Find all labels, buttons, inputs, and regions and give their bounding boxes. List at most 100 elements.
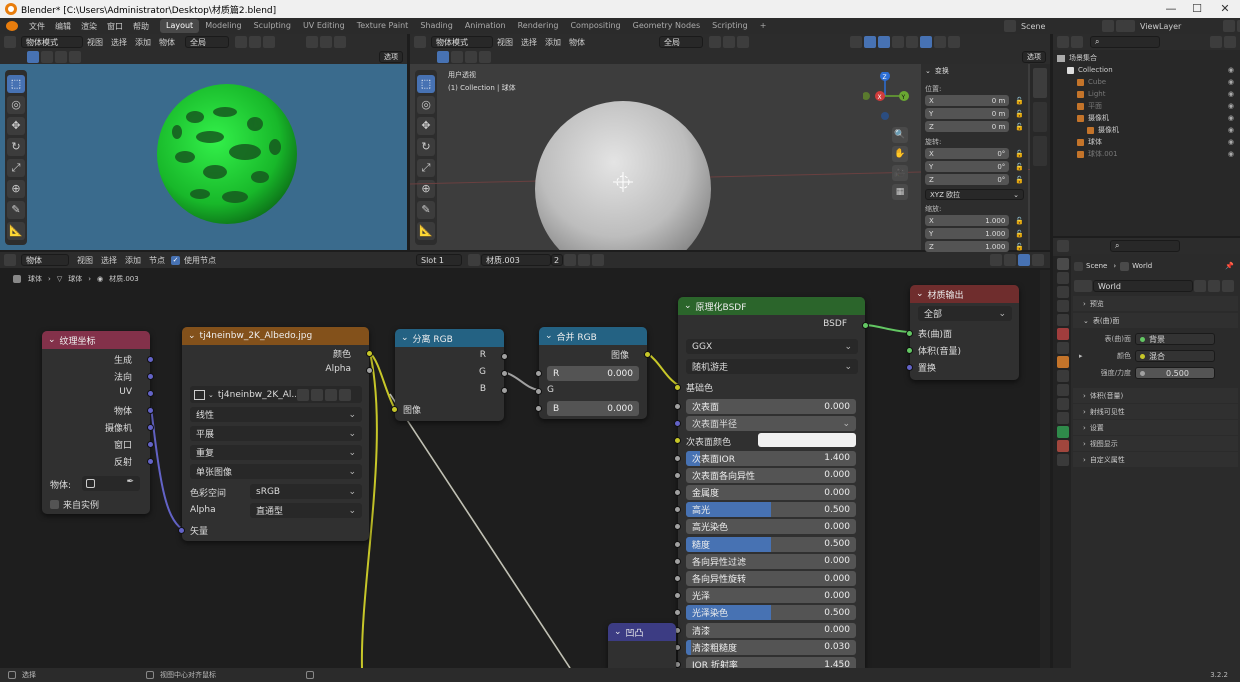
workspace-tab-7[interactable]: Rendering bbox=[512, 19, 565, 33]
new-viewlayer-icon[interactable] bbox=[1223, 20, 1235, 32]
bsdf-field-9[interactable]: 各向异性过滤 0.000 bbox=[686, 553, 856, 569]
workspace-tab-6[interactable]: Animation bbox=[459, 19, 512, 33]
select-subtract-icon[interactable] bbox=[55, 51, 67, 63]
world-tab-icon[interactable] bbox=[1057, 328, 1069, 340]
world-selector[interactable]: World bbox=[1073, 280, 1238, 292]
viewlayer-selector[interactable]: ViewLayer bbox=[1122, 20, 1240, 32]
gizmo-icon[interactable] bbox=[306, 36, 318, 48]
outliner-item[interactable]: 球体 ◉ bbox=[1057, 136, 1236, 148]
editor-type-icon[interactable] bbox=[4, 36, 16, 48]
left-menu-add[interactable]: 添加 bbox=[131, 37, 155, 48]
input-socket-image[interactable] bbox=[391, 406, 398, 413]
outliner-item[interactable]: Light ◉ bbox=[1057, 88, 1236, 100]
node-overlay-icon[interactable] bbox=[1004, 254, 1016, 266]
b-input-field[interactable]: B 0.000 bbox=[547, 401, 639, 416]
input-socket-vector[interactable] bbox=[178, 527, 185, 534]
menu-help[interactable]: 帮助 bbox=[128, 21, 154, 32]
input-socket-7[interactable] bbox=[674, 523, 681, 531]
main-menu-select[interactable]: 选择 bbox=[517, 37, 541, 48]
slot-select[interactable]: Slot 1 bbox=[416, 254, 462, 266]
output-socket-b[interactable] bbox=[501, 387, 508, 394]
main-menu-add[interactable]: 添加 bbox=[541, 37, 565, 48]
output-socket-4[interactable] bbox=[147, 424, 154, 431]
transform-tool[interactable]: ⊕ bbox=[7, 180, 25, 198]
properties-section-2[interactable]: › 设置 bbox=[1073, 420, 1238, 435]
input-socket-6[interactable] bbox=[674, 506, 681, 514]
node-gizmo-icon[interactable] bbox=[1018, 254, 1030, 266]
output-socket-image[interactable] bbox=[644, 351, 651, 358]
gizmo-icon[interactable] bbox=[864, 36, 876, 48]
scale-z-field[interactable]: Z 1.000 bbox=[925, 241, 1010, 252]
node-principled-bsdf[interactable]: ⌄原理化BSDF BSDF GGX 随机游走 基础色 次表面0.000次表面半径… bbox=[674, 297, 869, 672]
left-viewport[interactable]: 物体模式 视图 选择 添加 物体 全局 选项 ⬚ ◎ ✥ ↻ ⤢ ⊕ ✎ 📐 bbox=[0, 34, 407, 250]
editor-type-icon[interactable] bbox=[414, 36, 426, 48]
node-header[interactable]: ⌄ 原理化BSDF bbox=[678, 297, 865, 315]
input-socket-0[interactable] bbox=[674, 403, 681, 410]
left-menu-select[interactable]: 选择 bbox=[107, 37, 131, 48]
workspace-tab-1[interactable]: Modeling bbox=[199, 19, 247, 33]
snap-node-icon[interactable] bbox=[990, 254, 1002, 266]
node-header[interactable]: ⌄ 凹凸 bbox=[608, 623, 676, 641]
physics-tab-icon[interactable] bbox=[1057, 398, 1069, 410]
visibility-icon[interactable] bbox=[850, 36, 862, 48]
bsdf-field-12[interactable]: 光泽染色 0.500 bbox=[686, 605, 856, 621]
perspective-toggle-icon[interactable]: ▦ bbox=[892, 184, 908, 200]
output-socket-6[interactable] bbox=[147, 458, 154, 465]
left-menu-object[interactable]: 物体 bbox=[155, 37, 179, 48]
input-socket-1[interactable] bbox=[674, 420, 681, 428]
data-tab-icon[interactable] bbox=[1057, 426, 1069, 438]
node-image-texture[interactable]: ⌄ tj4neinbw_2K_Albedo.jpg 颜色 Alpha ⌄ tj4n… bbox=[178, 327, 373, 541]
main-orientation-select[interactable]: 全局 bbox=[659, 36, 703, 48]
pivot-icon[interactable] bbox=[235, 36, 247, 48]
render-tab-icon[interactable] bbox=[1057, 272, 1069, 284]
pivot-icon[interactable] bbox=[709, 36, 721, 48]
node-header[interactable]: ⌄ 纹理坐标 bbox=[42, 331, 150, 349]
input-socket-10[interactable] bbox=[674, 575, 681, 582]
output-socket-0[interactable] bbox=[147, 356, 154, 363]
duplicate-image-icon[interactable] bbox=[310, 388, 323, 401]
workspace-tab-8[interactable]: Compositing bbox=[564, 19, 626, 33]
bsdf-field-0[interactable]: 次表面 0.000 bbox=[686, 399, 856, 414]
input-socket-3[interactable] bbox=[674, 454, 681, 462]
output-socket-r[interactable] bbox=[501, 353, 508, 360]
outliner-item[interactable]: 球体.001 ◉ bbox=[1057, 148, 1236, 160]
bsdf-field-4[interactable]: 次表面各向异性 0.000 bbox=[686, 467, 856, 483]
rotation-y-field[interactable]: Y 0° bbox=[925, 161, 1010, 172]
duplicate-world-icon[interactable] bbox=[1208, 280, 1220, 292]
unlink-world-icon[interactable] bbox=[1222, 280, 1234, 292]
new-collection-icon[interactable] bbox=[1224, 36, 1236, 48]
xray-icon[interactable] bbox=[334, 36, 346, 48]
overlay-icon[interactable] bbox=[320, 36, 332, 48]
expand-icon[interactable]: ▸ bbox=[1079, 352, 1087, 360]
surface-section[interactable]: ⌄ 表(曲)面 bbox=[1073, 313, 1238, 328]
select-new-icon[interactable] bbox=[437, 51, 449, 63]
visibility-eye-icon[interactable]: ◉ bbox=[1228, 114, 1234, 122]
output-socket-color[interactable] bbox=[366, 350, 373, 357]
scale-tool[interactable]: ⤢ bbox=[7, 159, 25, 177]
node-header[interactable]: ⌄ tj4neinbw_2K_Albedo.jpg bbox=[182, 327, 369, 345]
scale-x-field[interactable]: X 1.000 bbox=[925, 215, 1010, 226]
editor-type-icon[interactable] bbox=[1057, 36, 1069, 48]
outliner-item[interactable]: 摄像机 ◉ bbox=[1057, 124, 1236, 136]
cursor-tool[interactable]: ◎ bbox=[7, 96, 25, 114]
color-input-field[interactable]: 混合 bbox=[1135, 350, 1215, 362]
source-select[interactable]: 单张图像 bbox=[190, 464, 362, 479]
input-socket-9[interactable] bbox=[674, 557, 681, 565]
bsdf-field-5[interactable]: 金属度 0.000 bbox=[686, 485, 856, 500]
from-instancer-checkbox[interactable]: 来自实例 bbox=[50, 498, 99, 511]
input-socket-2[interactable] bbox=[906, 364, 913, 371]
collection-tab-icon[interactable] bbox=[1057, 342, 1069, 354]
workspace-tab-3[interactable]: UV Editing bbox=[297, 19, 351, 33]
transform-panel-header[interactable]: ⌄ 变换 bbox=[921, 64, 1028, 78]
lock-icon[interactable]: 🔓 bbox=[1015, 176, 1024, 184]
annotate-tool[interactable]: ✎ bbox=[7, 201, 25, 219]
projection-select[interactable]: 平展 bbox=[190, 426, 362, 441]
open-image-icon[interactable] bbox=[324, 388, 337, 401]
input-socket-0[interactable] bbox=[906, 330, 913, 337]
node-editor-options-icon[interactable] bbox=[1032, 254, 1044, 266]
surface-shader-field[interactable]: 背景 bbox=[1135, 333, 1215, 345]
world-browse-icon[interactable] bbox=[1074, 280, 1092, 292]
select-invert-icon[interactable] bbox=[479, 51, 491, 63]
measure-tool[interactable]: 📐 bbox=[7, 222, 25, 240]
outliner-item[interactable]: Collection ◉ bbox=[1057, 64, 1236, 76]
